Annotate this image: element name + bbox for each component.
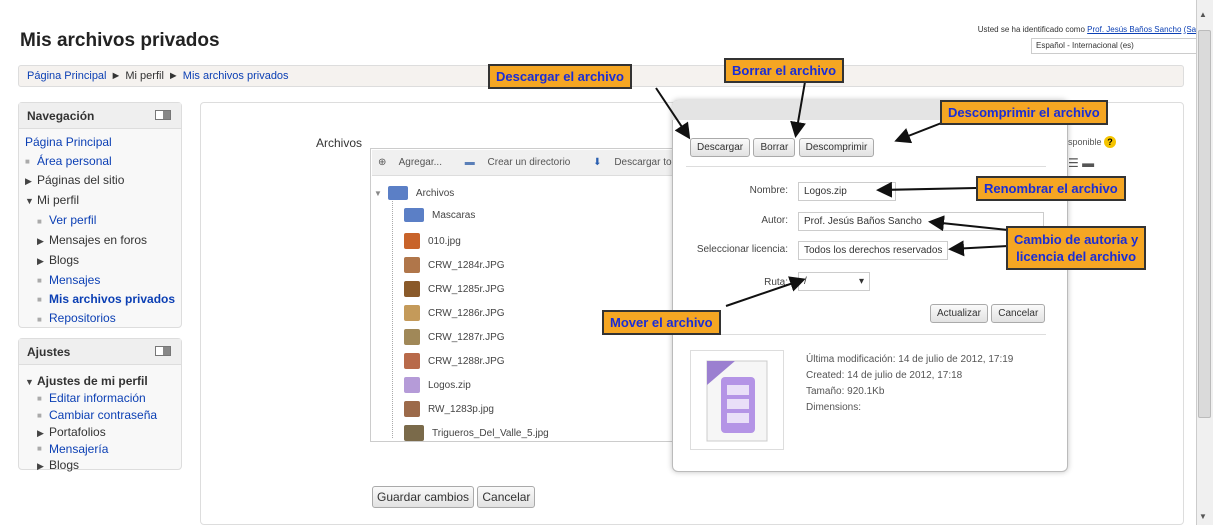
arrow-move	[725, 276, 806, 307]
arrow-unzip	[894, 121, 945, 144]
scroll-down-icon[interactable]: ▼	[1199, 512, 1207, 521]
callout-delete: Borrar el archivo	[724, 58, 845, 83]
callout-move: Mover el archivo	[602, 310, 721, 335]
arrow-rename	[876, 181, 977, 198]
arrow-delete	[790, 75, 807, 138]
callout-rename: Renombrar el archivo	[976, 176, 1126, 201]
callout-download: Descargar el archivo	[488, 64, 632, 89]
callout-unzip: Descomprimir el archivo	[940, 100, 1108, 125]
arrow-license	[948, 240, 1009, 257]
scroll-up-icon[interactable]: ▲	[1199, 10, 1207, 19]
arrow-author	[928, 215, 1009, 232]
callout-author-line1: Cambio de autoria y	[1014, 232, 1139, 247]
scrollbar-thumb[interactable]	[1198, 30, 1211, 418]
arrow-download	[655, 87, 691, 140]
callout-author-line2: licencia del archivo	[1016, 249, 1137, 264]
callout-author-license: Cambio de autoria y licencia del archivo	[1006, 226, 1147, 270]
